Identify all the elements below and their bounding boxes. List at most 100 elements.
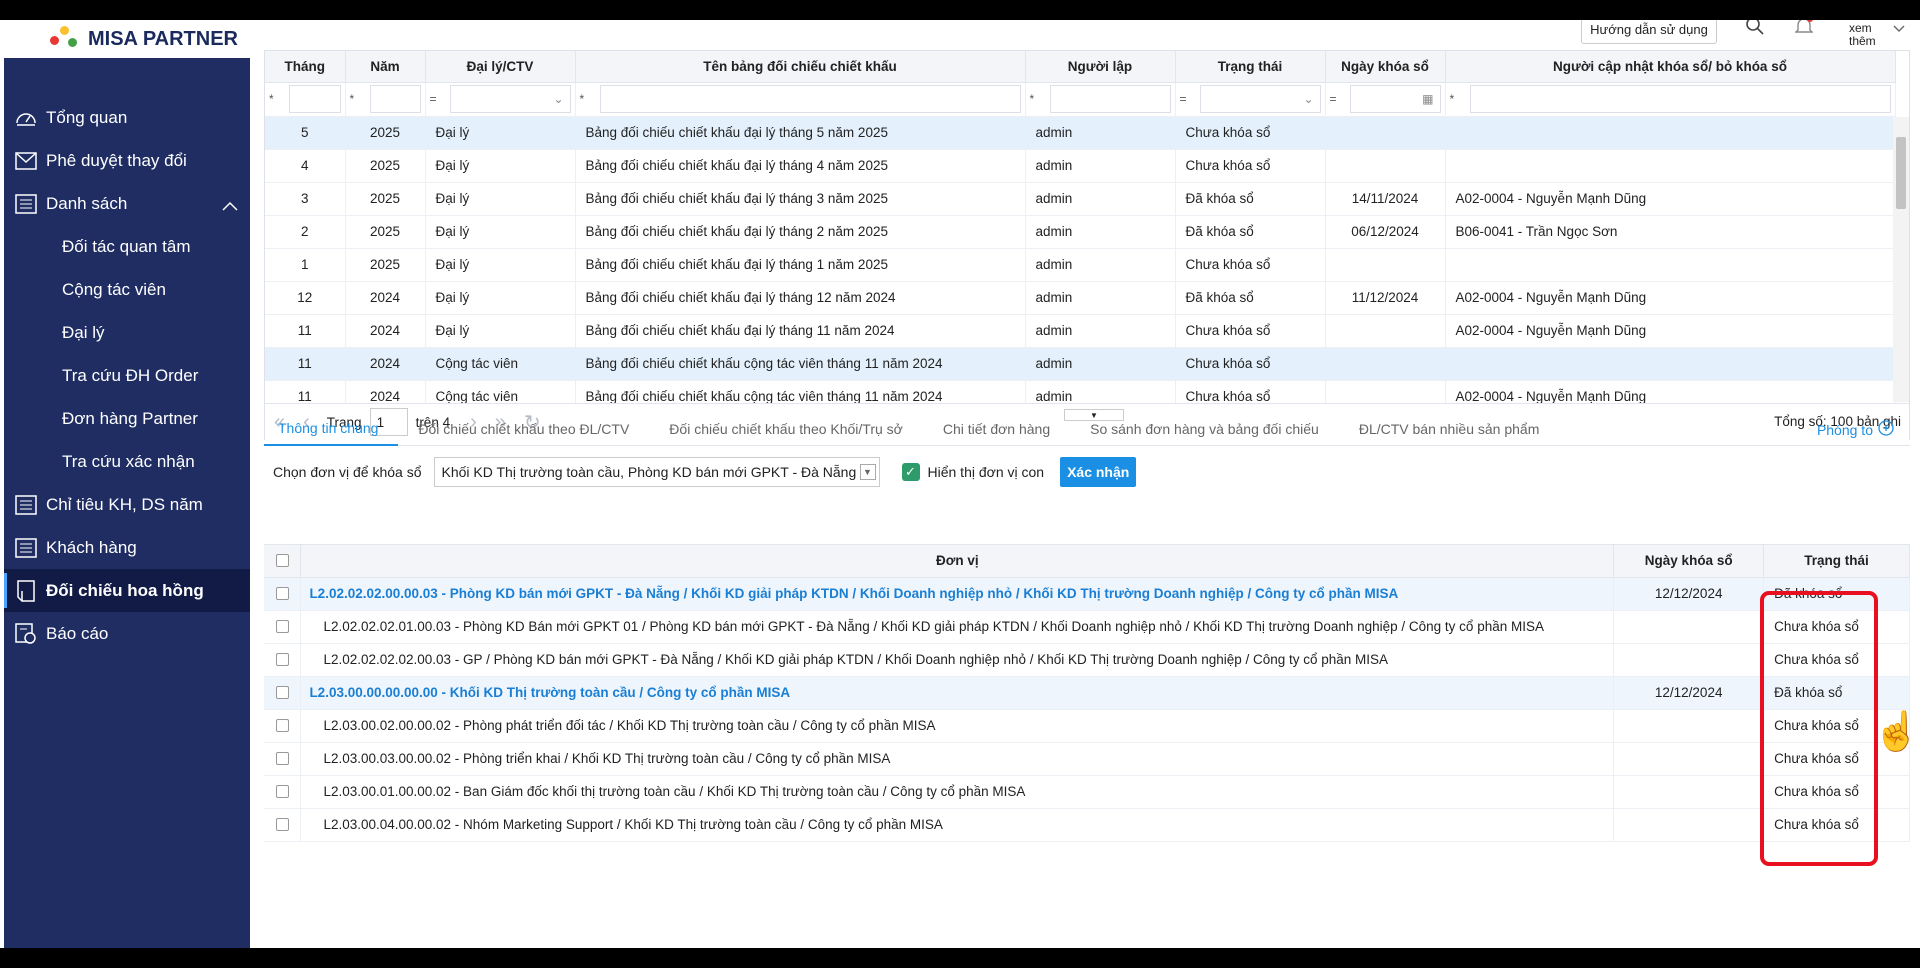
table-row[interactable]: 11 2024 Đại lý Bảng đối chiếu chiết khấu đạ… — [265, 314, 1896, 348]
table-row[interactable]: L2.02.02.02.01.00.03 - Phòng KD Bán mới … — [264, 610, 1910, 644]
filter-operator[interactable]: * — [1030, 92, 1050, 106]
filter-operator[interactable]: = — [430, 92, 450, 106]
table-row[interactable]: L2.02.02.02.02.00.03 - GP / Phòng KD bán… — [264, 643, 1910, 677]
table-row[interactable]: 12 2024 Đại lý Bảng đối chiếu chiết khấu đạ… — [265, 281, 1896, 315]
cell-creator: admin — [1025, 116, 1176, 150]
table-row[interactable]: 4 2025 Đại lý Bảng đối chiếu chiết khấu đại… — [265, 149, 1896, 183]
table-row[interactable]: L2.03.00.04.00.00.02 - Nhóm Marketing Su… — [264, 808, 1910, 842]
cell-updater — [1445, 149, 1896, 183]
cell-creator: admin — [1025, 248, 1176, 282]
row-checkbox[interactable] — [275, 587, 289, 600]
row-checkbox[interactable] — [275, 785, 289, 798]
filter-month-input[interactable] — [289, 85, 341, 113]
confirm-button[interactable]: Xác nhận — [1060, 457, 1137, 487]
cell-agent-type: Đại lý — [425, 314, 576, 348]
column-header-lock-updater[interactable]: Người cập nhật khóa sổ/ bỏ khóa sổ — [1445, 51, 1896, 83]
row-checkbox[interactable] — [275, 620, 289, 633]
filter-operator[interactable]: = — [1180, 92, 1200, 106]
filter-operator[interactable]: * — [269, 92, 289, 106]
filter-status-select[interactable]: ⌄ — [1199, 85, 1321, 113]
vertical-scrollbar[interactable] — [1893, 117, 1909, 402]
show-children-checkbox[interactable]: ✓ — [901, 463, 920, 481]
help-button[interactable]: Hướng dẫn sử dụng — [1581, 20, 1717, 44]
brand[interactable]: MISA PARTNER — [0, 20, 250, 58]
row-checkbox[interactable] — [275, 719, 289, 732]
table-row[interactable]: 11 2024 Cộng tác viên Bảng đối chiếu chiết … — [265, 347, 1896, 381]
cell-agent-type: Cộng tác viên — [425, 347, 576, 381]
tab-by-division[interactable]: Đối chiếu chiết khấu theo Khối/Trụ sở — [649, 412, 923, 446]
select-all-checkbox[interactable] — [275, 554, 289, 568]
sidebar-item-label: Đơn hàng Partner — [62, 408, 198, 428]
zoom-in-button[interactable]: Phóng to — [1817, 420, 1894, 439]
cell-lock-date — [1613, 742, 1765, 776]
column-header-creator[interactable]: Người lập — [1025, 51, 1176, 83]
sidebar-item-customers[interactable]: Khách hàng — [4, 526, 250, 569]
tab-by-agent[interactable]: Đối chiếu chiết khấu theo ĐL/CTV — [398, 412, 649, 446]
hand-cursor-icon: ☝ — [1873, 711, 1920, 753]
sidebar-item-order-lookup[interactable]: Tra cứu ĐH Order — [4, 354, 250, 397]
sidebar-item-overview[interactable]: Tổng quan — [4, 96, 250, 139]
sidebar-item-label: Tra cứu xác nhận — [62, 451, 195, 471]
document-icon — [12, 579, 40, 603]
scrollbar-thumb[interactable] — [1896, 137, 1906, 209]
table-row[interactable]: L2.03.00.00.00.00.00 - Khối KD Thị trườn… — [264, 676, 1910, 710]
table-row[interactable]: 1 2025 Đại lý Bảng đối chiếu chiết khấu đại… — [265, 248, 1896, 282]
filter-operator[interactable]: * — [1450, 92, 1470, 106]
brand-name: MISA PARTNER — [88, 27, 238, 50]
column-header-unit[interactable]: Đơn vị — [300, 545, 1615, 578]
lock-unit-select[interactable]: Khối KD Thị trường toàn cầu, Phòng KD bá… — [433, 457, 880, 487]
sidebar-item-collaborators[interactable]: Cộng tác viên — [4, 268, 250, 311]
filter-operator[interactable]: * — [580, 92, 600, 106]
chevron-down-icon[interactable]: ▼ — [859, 464, 876, 480]
table-row[interactable]: 3 2025 Đại lý Bảng đối chiếu chiết khấu đại… — [265, 182, 1896, 216]
column-header-lock-date[interactable]: Ngày khóa sổ — [1325, 51, 1446, 83]
chevron-up-icon[interactable] — [222, 196, 238, 216]
table-row[interactable]: L2.03.00.01.00.00.02 - Ban Giám đốc khối… — [264, 775, 1910, 809]
row-checkbox[interactable] — [275, 752, 289, 765]
row-checkbox[interactable] — [275, 653, 289, 666]
column-header-table-name[interactable]: Tên bảng đối chiếu chiết khấu — [575, 51, 1026, 83]
sidebar-item-reports[interactable]: Báo cáo — [4, 612, 250, 655]
filter-creator-input[interactable] — [1049, 85, 1171, 113]
sidebar-item-confirmation-lookup[interactable]: Tra cứu xác nhận — [4, 440, 250, 483]
table-row[interactable]: 5 2025 Đại lý Bảng đối chiếu chiết khấu đại… — [265, 116, 1896, 150]
table-row[interactable]: 2 2025 Đại lý Bảng đối chiếu chiết khấu đại… — [265, 215, 1896, 249]
sidebar-item-approve-changes[interactable]: Phê duyệt thay đổi — [4, 139, 250, 182]
filter-lock-date-input[interactable]: ▦ — [1349, 85, 1441, 113]
column-header-status[interactable]: Trạng thái — [1763, 545, 1910, 578]
table-row[interactable]: L2.02.02.02.00.00.03 - Phòng KD bán mới … — [264, 577, 1910, 611]
dashboard-icon — [12, 106, 40, 130]
filter-updater-input[interactable] — [1469, 85, 1891, 113]
sidebar-item-agents[interactable]: Đại lý — [4, 311, 250, 354]
tab-multi-product-agents[interactable]: ĐL/CTV bán nhiều sản phẩm — [1339, 412, 1560, 446]
column-header-status[interactable]: Trạng thái — [1175, 51, 1326, 83]
cell-status: Chưa khóa sổ — [1763, 643, 1910, 677]
more-link[interactable]: xem thêm — [1849, 22, 1889, 48]
table-row[interactable]: L2.03.00.02.00.00.02 - Phòng phát triển … — [264, 709, 1910, 743]
sidebar-item-lists[interactable]: Danh sách — [4, 182, 250, 225]
chevron-down-icon[interactable] — [1893, 20, 1905, 36]
sidebar-item-targets[interactable]: Chỉ tiêu KH, DS năm — [4, 483, 250, 526]
sidebar-item-partner-orders[interactable]: Đơn hàng Partner — [4, 397, 250, 440]
filter-agent-type-select[interactable]: ⌄ — [449, 85, 571, 113]
sidebar-item-partners-of-interest[interactable]: Đối tác quan tâm — [4, 225, 250, 268]
cell-agent-type: Đại lý — [425, 149, 576, 183]
filter-year-input[interactable] — [369, 85, 421, 113]
row-checkbox[interactable] — [275, 818, 289, 831]
cell-status: Đã khóa sổ — [1175, 281, 1326, 315]
filter-table-name-input[interactable] — [599, 85, 1021, 113]
tab-general-info[interactable]: Thông tin chung — [264, 412, 399, 446]
tab-order-details[interactable]: Chi tiết đơn hàng — [923, 412, 1070, 446]
table-row[interactable]: L2.03.00.03.00.00.02 - Phòng triển khai … — [264, 742, 1910, 776]
column-header-agent-type[interactable]: Đại lý/CTV — [425, 51, 576, 83]
filter-operator[interactable]: = — [1330, 92, 1350, 106]
column-header-month[interactable]: Tháng — [265, 51, 346, 83]
search-icon[interactable] — [1745, 20, 1765, 39]
column-header-lock-date[interactable]: Ngày khóa sổ — [1613, 545, 1765, 578]
sidebar-item-commission-reconciliation[interactable]: Đối chiếu hoa hồng — [4, 569, 250, 612]
row-checkbox[interactable] — [275, 686, 289, 699]
tab-compare-orders[interactable]: So sánh đơn hàng và bảng đối chiếu — [1070, 412, 1339, 446]
filter-operator[interactable]: * — [350, 92, 370, 106]
column-header-year[interactable]: Năm — [345, 51, 426, 83]
bell-icon[interactable] — [1794, 20, 1814, 39]
